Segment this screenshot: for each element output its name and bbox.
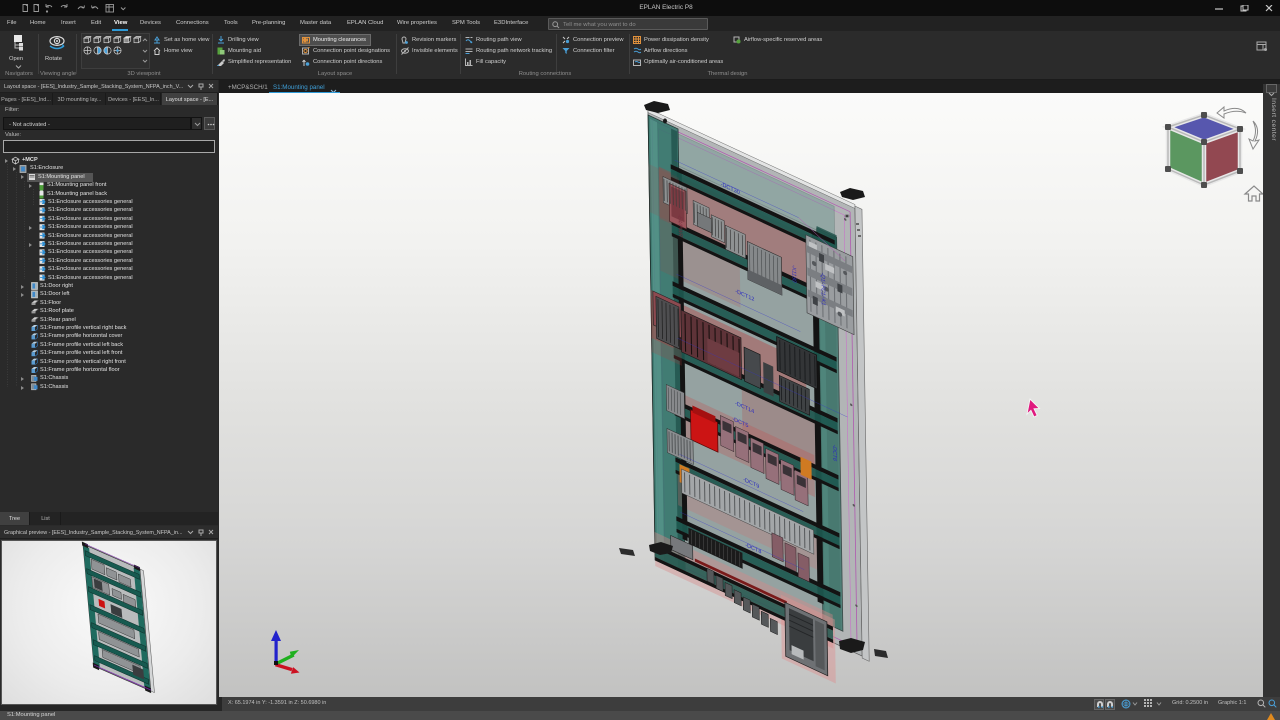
svg-text:-DCT6: -DCT6	[831, 443, 837, 462]
svg-text:-X1130: -X1130	[790, 263, 796, 283]
svg-text:-E4/PWR: -E4/PWR	[677, 213, 683, 238]
svg-text:-Q1/-FC1/-K1: -Q1/-FC1/-K1	[819, 271, 825, 307]
